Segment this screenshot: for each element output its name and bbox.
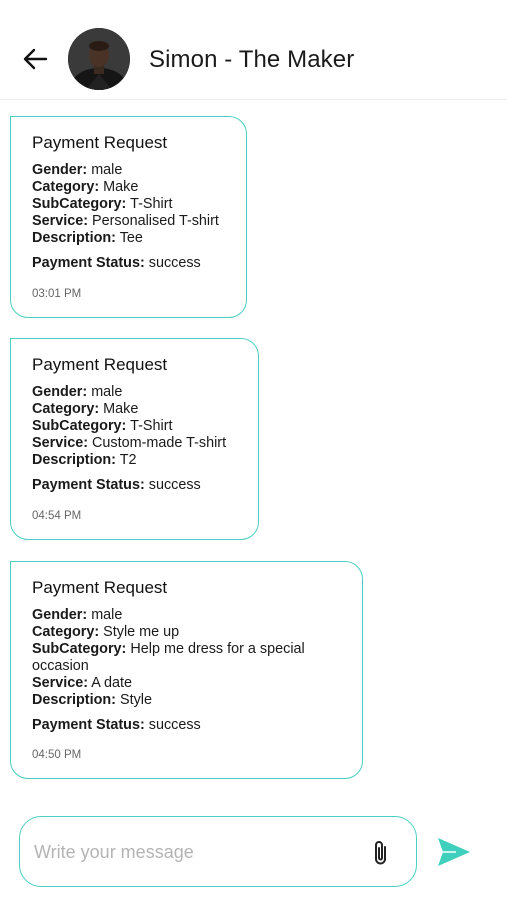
field-label: Payment Status: <box>32 717 145 733</box>
subcategory-field: SubCategory: Help me dress for a special… <box>32 641 342 675</box>
field-value: male <box>91 162 123 178</box>
service-field: Service: Custom-made T-shirt <box>32 435 258 452</box>
field-value: Make <box>103 179 139 195</box>
field-label: Category: <box>32 179 100 195</box>
message-title: Payment Request <box>32 578 168 597</box>
description-field: Description: T2 <box>32 452 258 469</box>
gender-field: Gender: male <box>32 384 258 401</box>
field-label: Gender: <box>32 162 88 178</box>
field-label: Category: <box>32 624 100 640</box>
avatar[interactable] <box>68 28 130 90</box>
gender-field: Gender: male <box>32 607 362 624</box>
field-label: Service: <box>32 675 89 691</box>
field-label: Service: <box>32 213 89 229</box>
chat-screen: Simon - The Maker Payment Request Gender… <box>0 0 507 900</box>
field-value: success <box>148 477 201 493</box>
field-label: Gender: <box>32 607 88 623</box>
field-value: male <box>91 607 123 623</box>
field-value: Custom-made T-shirt <box>92 435 227 451</box>
payment-status-field: Payment Status: success <box>32 255 246 272</box>
field-label: Payment Status: <box>32 477 145 493</box>
subcategory-field: SubCategory: T-Shirt <box>32 418 258 435</box>
field-value: Style <box>119 692 152 708</box>
profile-photo <box>68 28 130 90</box>
field-value: male <box>91 384 123 400</box>
arrow-left-icon <box>23 48 48 70</box>
message-input[interactable] <box>34 839 364 865</box>
back-button[interactable] <box>20 44 50 74</box>
field-value: T2 <box>119 452 137 468</box>
payment-request-message: Payment Request Gender: male Category: M… <box>10 338 259 540</box>
message-title: Payment Request <box>32 355 168 374</box>
field-label: SubCategory: <box>32 196 127 212</box>
field-label: Description: <box>32 692 116 708</box>
service-field: Service: A date <box>32 675 362 692</box>
category-field: Category: Style me up <box>32 624 362 641</box>
field-label: SubCategory: <box>32 418 127 434</box>
field-value: T-Shirt <box>130 196 173 212</box>
field-label: SubCategory: <box>32 641 127 657</box>
send-icon <box>438 838 470 866</box>
field-label: Payment Status: <box>32 255 145 271</box>
page-title: Simon - The Maker <box>149 46 355 73</box>
gender-field: Gender: male <box>32 162 246 179</box>
payment-status-field: Payment Status: success <box>32 717 362 734</box>
subcategory-field: SubCategory: T-Shirt <box>32 196 246 213</box>
payment-request-message: Payment Request Gender: male Category: S… <box>10 561 363 779</box>
send-button[interactable] <box>436 836 472 868</box>
message-time: 03:01 PM <box>32 288 82 300</box>
field-value: success <box>148 717 201 733</box>
field-value: Make <box>103 401 139 417</box>
message-composer <box>19 816 417 887</box>
service-field: Service: Personalised T-shirt <box>32 213 246 230</box>
field-label: Category: <box>32 401 100 417</box>
field-value: Tee <box>119 230 143 246</box>
description-field: Description: Style <box>32 692 362 709</box>
field-value: Style me up <box>103 624 180 640</box>
paperclip-icon <box>375 841 386 865</box>
field-value: success <box>148 255 201 271</box>
field-label: Service: <box>32 435 89 451</box>
field-label: Gender: <box>32 384 88 400</box>
field-value: A date <box>91 675 133 691</box>
description-field: Description: Tee <box>32 230 246 247</box>
category-field: Category: Make <box>32 179 246 196</box>
message-time: 04:50 PM <box>32 749 82 761</box>
chat-header: Simon - The Maker <box>0 0 507 100</box>
field-value: Personalised T-shirt <box>92 213 219 229</box>
attach-button[interactable] <box>370 839 392 867</box>
message-time: 04:54 PM <box>32 510 82 522</box>
field-label: Description: <box>32 452 116 468</box>
field-value: T-Shirt <box>130 418 173 434</box>
category-field: Category: Make <box>32 401 258 418</box>
payment-request-message: Payment Request Gender: male Category: M… <box>10 116 247 318</box>
field-label: Description: <box>32 230 116 246</box>
payment-status-field: Payment Status: success <box>32 477 258 494</box>
message-title: Payment Request <box>32 133 168 152</box>
